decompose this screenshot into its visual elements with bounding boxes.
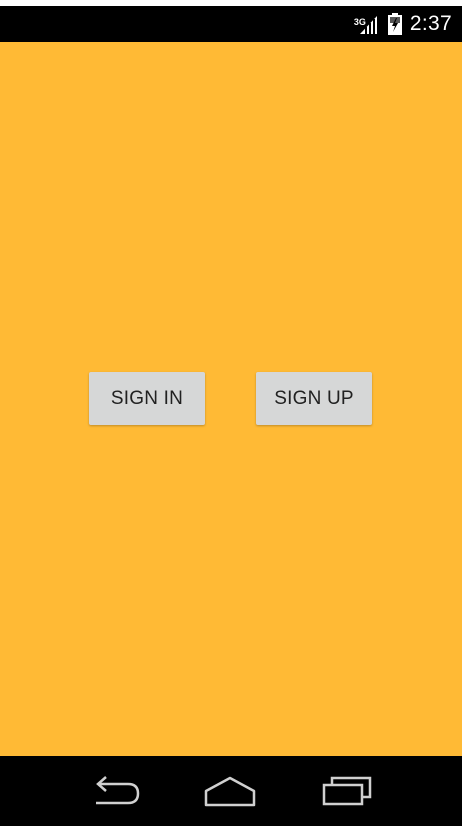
- sign-up-button[interactable]: SIGN UP: [256, 372, 372, 425]
- status-icons: 3G 2:37: [353, 6, 452, 42]
- main-content: SIGN IN SIGN UP: [0, 42, 462, 756]
- clock: 2:37: [409, 12, 452, 35]
- navigation-bar: [0, 756, 462, 826]
- status-bar: 3G 2:37: [0, 6, 462, 42]
- recents-button[interactable]: [315, 768, 379, 814]
- battery-icon: [387, 13, 402, 35]
- home-button[interactable]: [198, 768, 262, 814]
- network-type-label: 3G: [353, 17, 366, 27]
- phone-screen: 3G 2:37 SIGN IN SIGN UP: [0, 0, 465, 826]
- back-icon: [96, 776, 140, 805]
- recents-icon: [322, 776, 372, 806]
- back-button[interactable]: [84, 768, 148, 814]
- sign-in-button[interactable]: SIGN IN: [89, 372, 205, 425]
- home-icon: [204, 776, 256, 807]
- signal-icon: 3G: [353, 13, 380, 35]
